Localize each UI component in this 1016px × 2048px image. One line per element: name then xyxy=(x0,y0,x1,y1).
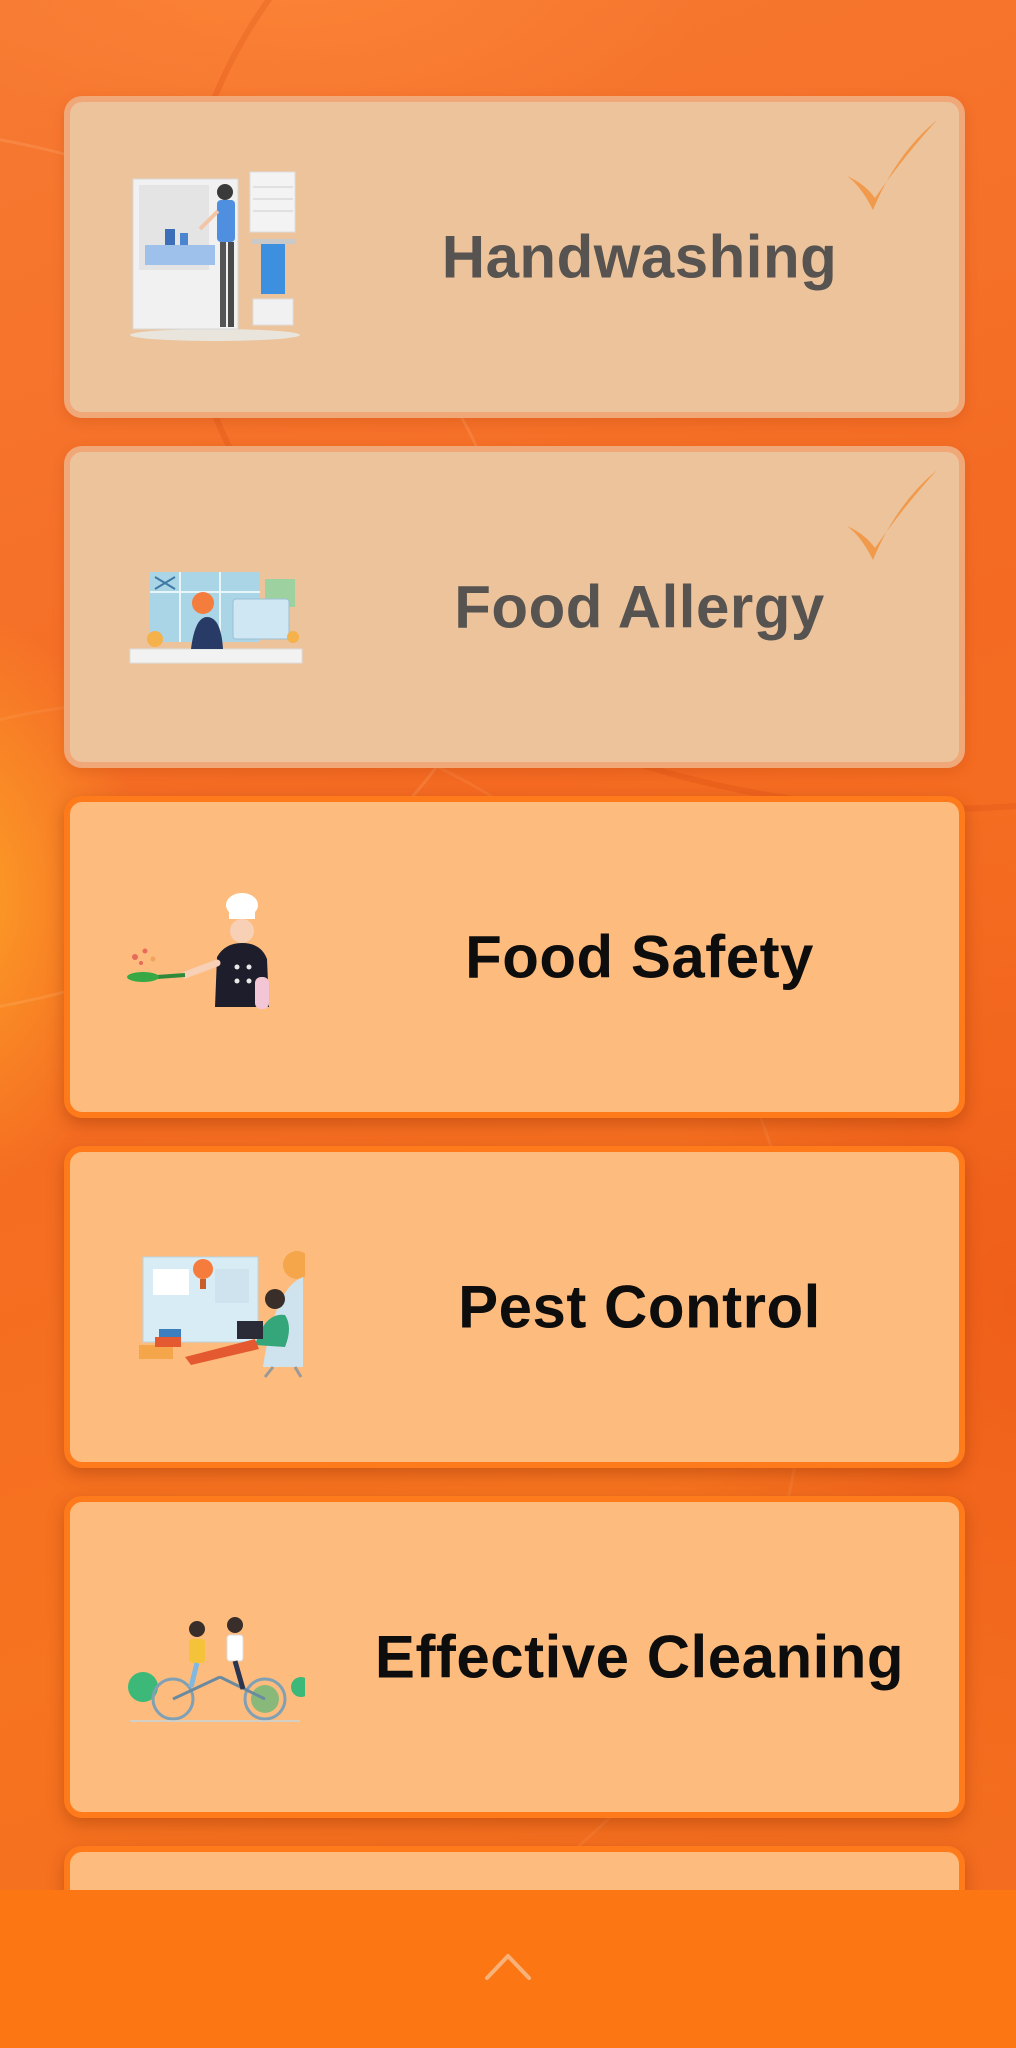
pest-control-illustration xyxy=(139,1251,305,1378)
module-card-handwashing[interactable]: Handwashing xyxy=(64,96,965,418)
module-title: Handwashing xyxy=(441,223,838,291)
module-card-effective-cleaning[interactable]: Effective Cleaning xyxy=(64,1496,965,1818)
module-card-food-allergy[interactable]: Food Allergy xyxy=(64,446,965,768)
module-title: Food Safety xyxy=(465,923,814,991)
food-allergy-illustration xyxy=(129,572,303,664)
module-title: Effective Cleaning xyxy=(374,1623,905,1691)
scroll-up-button[interactable] xyxy=(458,1925,558,2005)
module-title: Pest Control xyxy=(458,1273,821,1341)
module-title: Food Allergy xyxy=(454,573,825,641)
chevron-up-icon xyxy=(485,1954,531,1980)
tandem-bicycle-illustration xyxy=(128,1617,305,1722)
checkmark-icon xyxy=(847,470,937,560)
handwashing-illustration xyxy=(130,171,300,341)
module-card-food-safety[interactable]: Food Safety xyxy=(64,796,965,1118)
bottom-bar xyxy=(0,1890,1016,2048)
module-list: Handwashing Food Allergy Food Safety Pes… xyxy=(64,96,965,1934)
chef-illustration xyxy=(127,893,269,1009)
module-card-pest-control[interactable]: Pest Control xyxy=(64,1146,965,1468)
checkmark-icon xyxy=(847,120,937,210)
app-screen: Handwashing Food Allergy Food Safety Pes… xyxy=(0,0,1016,2048)
